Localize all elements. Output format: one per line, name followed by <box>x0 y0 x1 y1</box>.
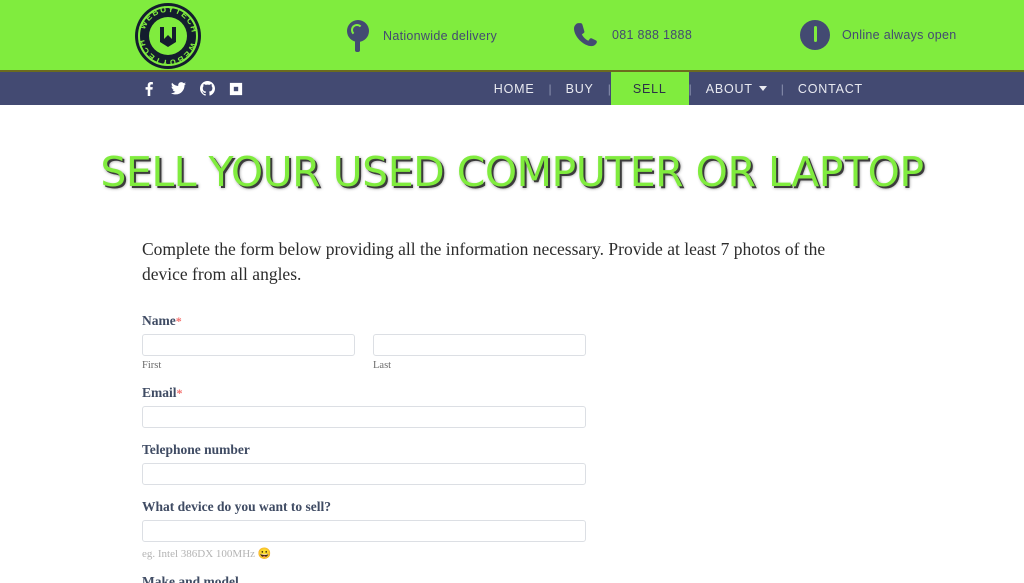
field-make-model-label: Make and model <box>142 573 239 583</box>
intro-paragraph: Complete the form below providing all th… <box>142 239 826 284</box>
delivery-label: Nationwide delivery <box>383 29 498 43</box>
field-device-hint: eg. Intel 386DX 100MHz 😀 <box>142 547 1024 560</box>
map-pin-icon <box>345 20 371 52</box>
chevron-down-icon <box>758 86 767 91</box>
device-input[interactable] <box>142 519 586 542</box>
email-input[interactable] <box>142 405 586 428</box>
required-asterisk: * <box>175 313 182 328</box>
facebook-icon[interactable] <box>138 78 160 100</box>
field-name-label: Name* <box>142 313 1024 329</box>
hours-label: Online always open <box>842 28 957 42</box>
svg-text:WEBUYTECH: WEBUYTECH <box>136 38 199 68</box>
main-navigation-bar: HOME | BUY | SELL | ABOUT | CONTACT <box>0 70 1024 105</box>
field-make-model: Make and model eg. Thinkpad E440 <box>142 574 1024 583</box>
top-info-bar: WEBUYTECH WEBUYTECH Nationwide delivery <box>0 0 1024 70</box>
name-last-sublabel: Last <box>373 359 392 371</box>
nav-item-contact[interactable]: CONTACT <box>784 72 877 105</box>
twitter-icon[interactable] <box>167 78 189 100</box>
field-telephone-label: Telephone number <box>142 441 250 457</box>
svg-text:WEBUYTECH: WEBUYTECH <box>137 4 200 34</box>
dribbble-icon[interactable] <box>225 78 247 100</box>
phone-label: 081 888 1888 <box>612 28 693 42</box>
field-name: Name* First Last <box>142 313 1024 371</box>
info-phone-number[interactable]: 081 888 1888 <box>570 20 692 50</box>
nav-item-buy[interactable]: BUY <box>552 72 608 105</box>
logo-badge: WEBUYTECH WEBUYTECH <box>135 3 201 69</box>
nav-item-home[interactable]: HOME <box>480 72 549 105</box>
social-links <box>138 72 247 105</box>
name-first-sublabel: First <box>142 359 162 371</box>
telephone-input[interactable] <box>142 462 586 485</box>
required-asterisk: * <box>176 385 183 400</box>
nav-item-about[interactable]: ABOUT <box>692 72 781 105</box>
page-title: SELL YOUR USED COMPUTER OR LAPTOP <box>100 148 924 196</box>
name-last-input[interactable] <box>373 333 586 356</box>
field-device-hint-text: eg. Intel 386DX 100MHz <box>142 547 256 560</box>
site-logo[interactable]: WEBUYTECH WEBUYTECH <box>130 2 206 70</box>
logo-ring-text: WEBUYTECH WEBUYTECH <box>135 3 201 69</box>
sell-device-form: Name* First Last Email* Telephone number… <box>142 313 1024 583</box>
phone-icon <box>570 20 600 50</box>
page-content: SELL YOUR USED COMPUTER OR LAPTOP Comple… <box>0 148 1024 583</box>
field-name-label-text: Name <box>142 312 176 328</box>
smiley-emoji-icon: 😀 <box>257 547 272 560</box>
field-email-label: Email* <box>142 385 1024 401</box>
github-icon[interactable] <box>196 78 218 100</box>
field-email-label-text: Email <box>142 384 177 400</box>
clock-icon <box>800 20 830 50</box>
field-email: Email* <box>142 385 1024 428</box>
name-first-input[interactable] <box>142 333 355 356</box>
nav-item-about-label: ABOUT <box>705 81 753 96</box>
field-device-label: What device do you want to sell? <box>142 498 331 514</box>
primary-menu: HOME | BUY | SELL | ABOUT | CONTACT <box>480 72 877 105</box>
info-opening-hours: Online always open <box>800 20 957 50</box>
field-telephone: Telephone number <box>142 442 1024 485</box>
info-nationwide-delivery: Nationwide delivery <box>345 20 497 52</box>
field-device: What device do you want to sell? eg. Int… <box>142 499 1024 560</box>
nav-item-sell[interactable]: SELL <box>610 72 689 105</box>
